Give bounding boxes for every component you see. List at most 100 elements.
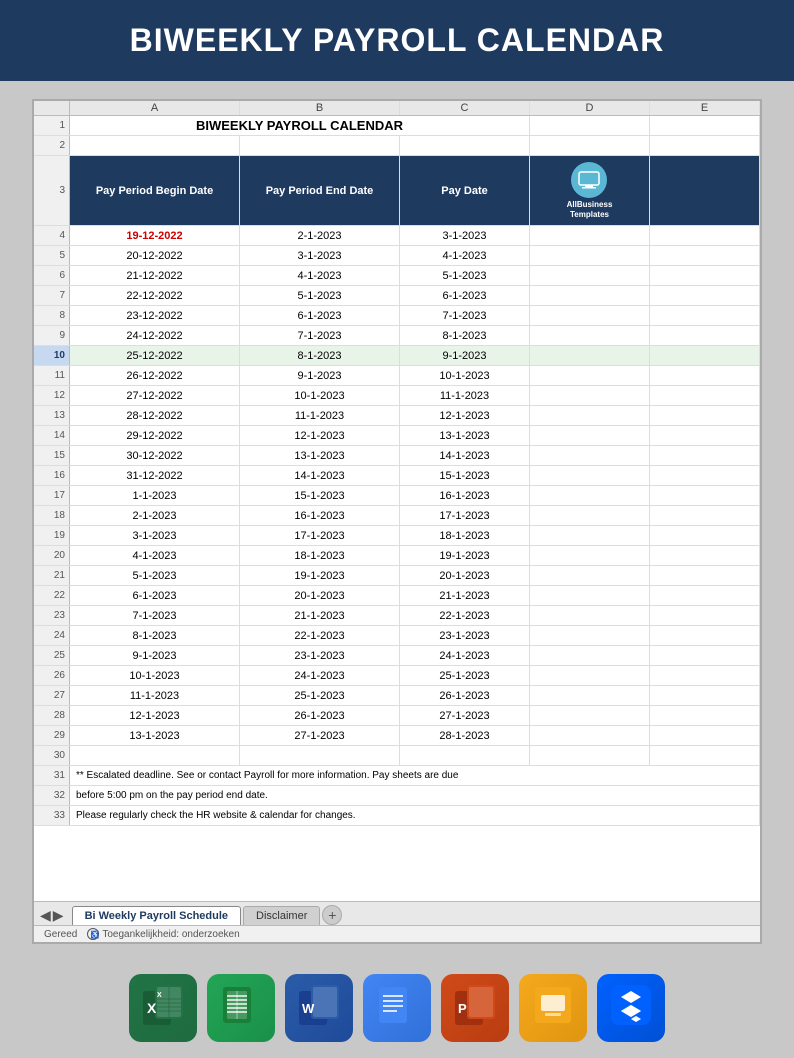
cell-5e — [650, 246, 760, 265]
cell-26a: 10-1-2023 — [70, 666, 240, 685]
rownum-6: 6 — [34, 266, 70, 285]
cell-4e — [650, 226, 760, 245]
accessibility-icon-svg: ♿ — [87, 928, 99, 940]
cell-11b: 9-1-2023 — [240, 366, 400, 385]
tab-prev-icon[interactable]: ◀ — [40, 907, 51, 924]
cell-30a — [70, 746, 240, 765]
cell-9c: 8-1-2023 — [400, 326, 530, 345]
rownum-11: 11 — [34, 366, 70, 385]
cell-15a: 30-12-2022 — [70, 446, 240, 465]
accessibility-text: Toegankelijkheid: onderzoeken — [102, 929, 239, 940]
data-row-11: 11 26-12-2022 9-1-2023 10-1-2023 — [34, 366, 760, 386]
rownum-30: 30 — [34, 746, 70, 765]
rownum-25: 25 — [34, 646, 70, 665]
cell-23e — [650, 606, 760, 625]
cell-8d — [530, 306, 650, 325]
cell-23b: 21-1-2023 — [240, 606, 400, 625]
data-row-16: 16 31-12-2022 14-1-2023 15-1-2023 — [34, 466, 760, 486]
cell-19b: 17-1-2023 — [240, 526, 400, 545]
svg-text:♿: ♿ — [91, 930, 100, 939]
tab-add-button[interactable]: + — [322, 905, 342, 925]
cell-7a: 22-12-2022 — [70, 286, 240, 305]
rownum-21: 21 — [34, 566, 70, 585]
cell-6a: 21-12-2022 — [70, 266, 240, 285]
cell-8e — [650, 306, 760, 325]
header-begin-date: Pay Period Begin Date — [70, 156, 240, 225]
cell-22c: 21-1-2023 — [400, 586, 530, 605]
cell-6b: 4-1-2023 — [240, 266, 400, 285]
allbusiness-logo-icon — [571, 162, 607, 198]
tab-biweekly-payroll[interactable]: Bi Weekly Payroll Schedule — [72, 906, 241, 925]
cell-7d — [530, 286, 650, 305]
svg-text:X: X — [147, 1000, 157, 1016]
cell-29b: 27-1-2023 — [240, 726, 400, 745]
cell-13e — [650, 406, 760, 425]
rownum-5: 5 — [34, 246, 70, 265]
rownum-16: 16 — [34, 466, 70, 485]
rownum-32: 32 — [34, 786, 70, 805]
col-header-c: C — [400, 101, 530, 115]
logo-container: AllBusinessTemplates — [563, 158, 617, 223]
cell-21e — [650, 566, 760, 585]
cell-11e — [650, 366, 760, 385]
cell-12d — [530, 386, 650, 405]
data-row-30: 30 — [34, 746, 760, 766]
cell-29e — [650, 726, 760, 745]
tab-nav-arrows: ◀ ▶ — [40, 907, 64, 924]
rownum-12: 12 — [34, 386, 70, 405]
cell-10e — [650, 346, 760, 365]
cell-26c: 25-1-2023 — [400, 666, 530, 685]
rownum-28: 28 — [34, 706, 70, 725]
cell-25c: 24-1-2023 — [400, 646, 530, 665]
cell-20e — [650, 546, 760, 565]
gdocs-icon[interactable] — [363, 974, 431, 1042]
data-row-29: 29 13-1-2023 27-1-2023 28-1-2023 — [34, 726, 760, 746]
excel-icon[interactable]: X X — [129, 974, 197, 1042]
data-row-17: 17 1-1-2023 15-1-2023 16-1-2023 — [34, 486, 760, 506]
row3-col-e — [650, 156, 760, 225]
cell-13d — [530, 406, 650, 425]
row2-col-a — [70, 136, 240, 155]
gsheets-icon[interactable] — [207, 974, 275, 1042]
rownum-10: 10 — [34, 346, 70, 365]
cell-30c — [400, 746, 530, 765]
cell-26b: 24-1-2023 — [240, 666, 400, 685]
cell-16c: 15-1-2023 — [400, 466, 530, 485]
dropbox-icon[interactable] — [597, 974, 665, 1042]
cell-4a: 19-12-2022 — [70, 226, 240, 245]
cell-5c: 4-1-2023 — [400, 246, 530, 265]
ppt-icon[interactable]: P — [441, 974, 509, 1042]
cell-18c: 17-1-2023 — [400, 506, 530, 525]
note-row-32: 32 before 5:00 pm on the pay period end … — [34, 786, 760, 806]
cell-7b: 5-1-2023 — [240, 286, 400, 305]
data-row-25: 25 9-1-2023 23-1-2023 24-1-2023 — [34, 646, 760, 666]
title-cell: BIWEEKLY PAYROLL CALENDAR — [70, 116, 530, 135]
cell-28d — [530, 706, 650, 725]
cell-30e — [650, 746, 760, 765]
data-row-7: 7 22-12-2022 5-1-2023 6-1-2023 — [34, 286, 760, 306]
rownum-4: 4 — [34, 226, 70, 245]
row-1: 1 BIWEEKLY PAYROLL CALENDAR — [34, 116, 760, 136]
cell-21c: 20-1-2023 — [400, 566, 530, 585]
data-row-19: 19 3-1-2023 17-1-2023 18-1-2023 — [34, 526, 760, 546]
spreadsheet-body: 1 BIWEEKLY PAYROLL CALENDAR 2 3 Pay Peri… — [34, 116, 760, 901]
tab-next-icon[interactable]: ▶ — [53, 907, 64, 924]
data-row-12: 12 27-12-2022 10-1-2023 11-1-2023 — [34, 386, 760, 406]
cell-12a: 27-12-2022 — [70, 386, 240, 405]
row1-col-d — [530, 116, 650, 135]
gslides-icon[interactable] — [519, 974, 587, 1042]
tab-disclaimer[interactable]: Disclaimer — [243, 906, 320, 925]
cell-24c: 23-1-2023 — [400, 626, 530, 645]
cell-17c: 16-1-2023 — [400, 486, 530, 505]
cell-4c: 3-1-2023 — [400, 226, 530, 245]
word-icon[interactable]: W — [285, 974, 353, 1042]
data-row-9: 9 24-12-2022 7-1-2023 8-1-2023 — [34, 326, 760, 346]
cell-12b: 10-1-2023 — [240, 386, 400, 405]
cell-18b: 16-1-2023 — [240, 506, 400, 525]
cell-10c: 9-1-2023 — [400, 346, 530, 365]
cell-15b: 13-1-2023 — [240, 446, 400, 465]
cell-19c: 18-1-2023 — [400, 526, 530, 545]
rownum-17: 17 — [34, 486, 70, 505]
data-row-21: 21 5-1-2023 19-1-2023 20-1-2023 — [34, 566, 760, 586]
app-icons-bar: X X W — [0, 962, 794, 1058]
